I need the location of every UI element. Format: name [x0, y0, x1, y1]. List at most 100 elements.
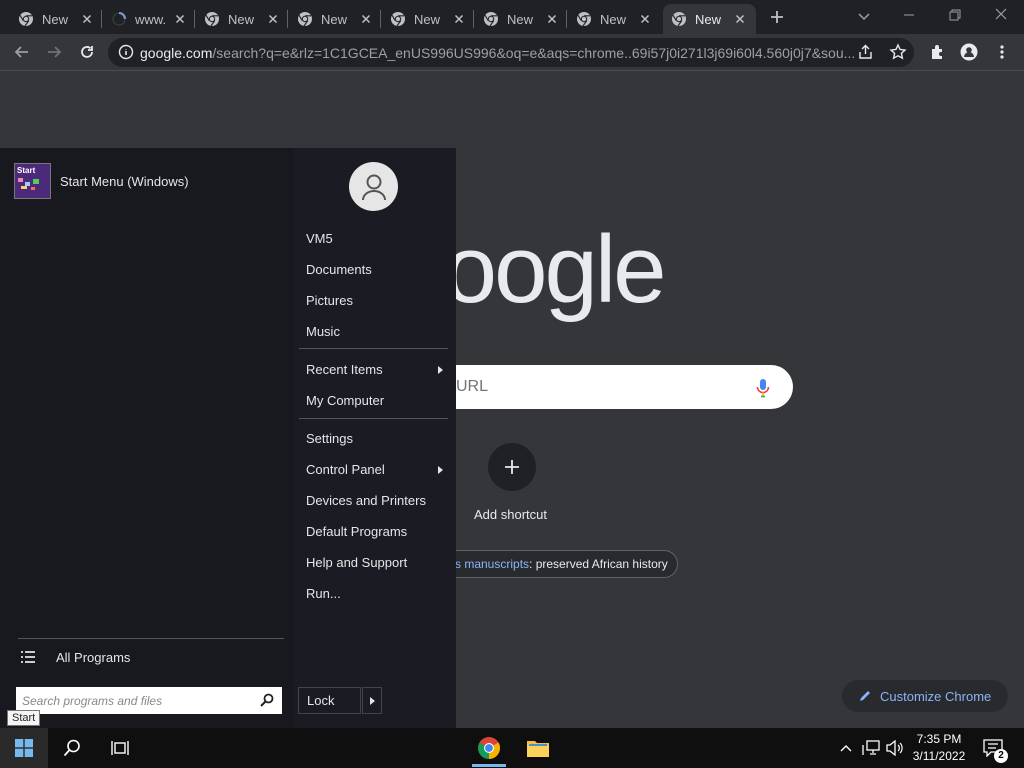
tab-separator: [473, 10, 474, 28]
clock-time: 7:35 PM: [916, 732, 962, 746]
chrome-favicon-icon: [18, 11, 34, 27]
browser-tab[interactable]: New: [663, 4, 756, 34]
chevron-down-icon: [858, 13, 870, 21]
reload-icon: [81, 46, 93, 58]
start-menu-item[interactable]: Documents: [306, 262, 372, 277]
start-menu-item[interactable]: Help and Support: [306, 555, 407, 570]
share-icon[interactable]: [857, 44, 874, 61]
kebab-menu-icon[interactable]: [996, 43, 1008, 61]
close-tab-icon[interactable]: [172, 11, 188, 27]
start-search-box[interactable]: [16, 687, 282, 714]
browser-tab[interactable]: New: [382, 4, 475, 34]
taskbar-chrome[interactable]: [472, 728, 506, 768]
reload-button[interactable]: [75, 40, 99, 64]
search-icon: [63, 739, 80, 757]
close-icon: [995, 8, 1007, 20]
customize-chrome-button[interactable]: Customize Chrome: [842, 680, 1008, 712]
start-search-input[interactable]: [22, 689, 252, 712]
browser-tab[interactable]: New: [568, 4, 661, 34]
tab-separator: [287, 10, 288, 28]
arrow-right-icon: [48, 46, 62, 58]
power-options-button[interactable]: [362, 687, 382, 714]
start-tooltip: Start: [7, 710, 41, 726]
forward-button[interactable]: [42, 40, 66, 64]
close-tab-icon[interactable]: [637, 11, 653, 27]
start-menu-left-pane: [0, 148, 294, 728]
close-window-button[interactable]: [994, 7, 1008, 21]
start-menu-item[interactable]: Music: [306, 324, 340, 339]
start-menu-logo-text: Start: [17, 166, 36, 175]
search-icon[interactable]: [260, 693, 274, 707]
restore-button[interactable]: [948, 8, 962, 22]
user-icon: [361, 174, 386, 200]
chrome-favicon-icon: [483, 11, 499, 27]
start-menu-item[interactable]: Default Programs: [306, 524, 407, 539]
start-menu-item[interactable]: Settings: [306, 431, 353, 446]
lock-button[interactable]: Lock: [298, 687, 361, 714]
tab-search-button[interactable]: [856, 8, 872, 24]
divider: [18, 638, 284, 639]
chevron-up-icon: [840, 745, 852, 752]
taskbar-file-explorer[interactable]: [524, 728, 552, 768]
tab-separator: [380, 10, 381, 28]
divider: [299, 418, 448, 419]
network-button[interactable]: [862, 728, 880, 768]
speaker-icon: [886, 740, 903, 756]
all-programs-button[interactable]: All Programs: [56, 650, 130, 665]
start-menu-item[interactable]: My Computer: [306, 393, 384, 408]
tab-title: New: [695, 11, 722, 27]
tab-separator: [101, 10, 102, 28]
browser-tab[interactable]: New: [475, 4, 568, 34]
divider: [299, 348, 448, 349]
start-menu-title[interactable]: Start Menu (Windows): [60, 174, 189, 189]
plus-icon: [771, 11, 783, 23]
task-view-button[interactable]: [106, 728, 134, 768]
close-tab-icon[interactable]: [265, 11, 281, 27]
new-tab-button[interactable]: [768, 8, 786, 26]
pencil-icon: [860, 691, 870, 701]
close-tab-icon[interactable]: [544, 11, 560, 27]
start-menu-item[interactable]: Control Panel: [306, 462, 385, 477]
back-button[interactable]: [10, 40, 34, 64]
browser-tab[interactable]: www.: [103, 4, 196, 34]
close-tab-icon[interactable]: [451, 11, 467, 27]
browser-tab[interactable]: New: [289, 4, 382, 34]
user-avatar[interactable]: [349, 162, 398, 211]
profile-icon[interactable]: [960, 43, 978, 61]
submenu-arrow-icon: [438, 466, 443, 474]
folder-icon: [527, 741, 549, 757]
volume-button[interactable]: [886, 728, 904, 768]
add-shortcut-button[interactable]: [488, 443, 536, 491]
browser-tab[interactable]: New: [196, 4, 289, 34]
taskbar-search-button[interactable]: [58, 728, 86, 768]
microphone-icon: [756, 379, 770, 398]
close-tab-icon[interactable]: [79, 11, 95, 27]
doodle-promo[interactable]: s manuscripts: preserved African history: [440, 550, 678, 578]
start-menu-item[interactable]: Run...: [306, 586, 341, 601]
start-menu-item[interactable]: VM5: [306, 231, 333, 246]
tab-separator: [194, 10, 195, 28]
tab-title: New: [42, 11, 69, 27]
url-domain: google.com: [140, 44, 213, 61]
chrome-icon: [478, 737, 500, 759]
close-tab-icon[interactable]: [358, 11, 374, 27]
taskbar-clock[interactable]: 7:35 PM 3/11/2022: [906, 731, 972, 765]
promo-link[interactable]: s manuscripts: [455, 557, 529, 571]
start-menu-item[interactable]: Pictures: [306, 293, 353, 308]
browser-tab[interactable]: New: [10, 4, 103, 34]
list-icon: [20, 650, 36, 664]
address-bar[interactable]: google.com/search?q=e&rlz=1C1GCEA_enUS99…: [108, 38, 914, 67]
show-hidden-icons-button[interactable]: [838, 728, 854, 768]
minimize-button[interactable]: [902, 8, 916, 22]
close-tab-icon[interactable]: [732, 11, 748, 27]
start-button[interactable]: [0, 728, 48, 768]
triangle-right-icon: [370, 696, 375, 705]
extensions-icon[interactable]: [929, 43, 947, 61]
windows-logo-icon: [15, 739, 33, 757]
start-menu-item[interactable]: Devices and Printers: [306, 493, 426, 508]
promo-text: : preserved African history: [529, 557, 668, 571]
voice-search-button[interactable]: [754, 377, 772, 399]
site-info-icon[interactable]: [118, 44, 134, 60]
bookmark-star-icon[interactable]: [889, 43, 907, 61]
start-menu-item[interactable]: Recent Items: [306, 362, 383, 377]
